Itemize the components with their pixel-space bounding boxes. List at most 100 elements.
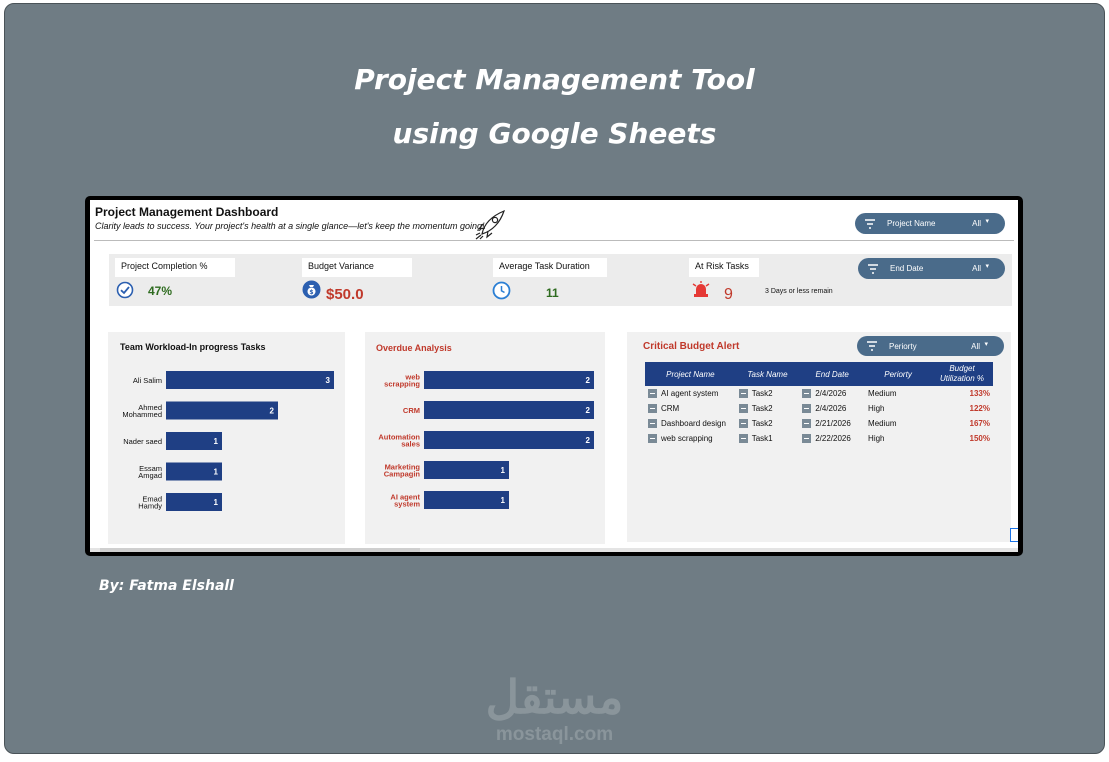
table-cell-end: 2/22/2026 — [799, 431, 865, 446]
horizontal-scrollbar[interactable] — [90, 548, 1018, 552]
table-cell-util: 122% — [931, 401, 993, 416]
completion-kpi-label: Project Completion % — [115, 258, 235, 277]
collapse-icon[interactable] — [738, 389, 748, 399]
category-label: Mohammed — [122, 410, 162, 419]
slide-title-line2: using Google Sheets — [392, 117, 717, 150]
cell-text: 122% — [969, 404, 990, 413]
table-cell-project: CRM — [645, 401, 736, 416]
collapse-icon[interactable] — [738, 404, 748, 414]
overdue-chart: 2webscrapping2CRM2Automationsales1Market… — [378, 371, 594, 509]
category-label: Ali Salim — [133, 376, 162, 385]
scrollbar-thumb[interactable] — [100, 548, 420, 552]
budget-kpi-label: Budget Variance — [302, 258, 412, 277]
column-header[interactable]: Budget Utilization % — [931, 362, 993, 386]
table-cell-project: Dashboard design — [645, 416, 736, 431]
table-cell-end: 2/4/2026 — [799, 401, 865, 416]
collapse-icon[interactable] — [648, 389, 657, 399]
table-cell-task: Task2 — [736, 416, 800, 431]
cell-text: 2/4/2026 — [815, 403, 847, 413]
author-credit: By: Fatma Elshall — [99, 578, 234, 594]
bar — [424, 491, 509, 509]
watermark-url: mostaql.com — [495, 724, 614, 745]
header-divider — [94, 240, 1014, 241]
risk-kpi-value: 9 — [724, 286, 733, 303]
category-label: Nader saed — [123, 437, 162, 446]
check-circle-icon — [116, 281, 134, 299]
table-row[interactable]: Dashboard design Task2 2/21/2026 Medium 167% — [645, 416, 993, 431]
project-name-filter-label: Project Name — [887, 219, 936, 228]
column-header[interactable]: Project Name — [645, 362, 736, 386]
team-workload-chart: 3Ali Salim2AhmedMohammed1Nader saed1Essa… — [122, 371, 334, 511]
table-cell-util: 133% — [931, 386, 993, 401]
project-name-filter[interactable]: Project Name All ▾ — [855, 213, 1005, 234]
table-row[interactable]: web scrapping Task1 2/22/2026 High 150% — [645, 431, 993, 446]
end-date-filter-label: End Date — [890, 264, 924, 273]
bar-value-label: 1 — [214, 498, 219, 507]
slide-title-line1: Project Management Tool — [354, 63, 755, 96]
dashboard: Project Management Dashboard Clarity lea… — [90, 200, 1018, 552]
cell-text: Task1 — [751, 433, 773, 443]
collapse-icon[interactable] — [802, 419, 812, 429]
critical-budget-title: Critical Budget Alert — [643, 341, 740, 352]
category-label: Amgad — [138, 471, 162, 480]
budget-kpi-value: $50.0 — [326, 286, 364, 303]
alarm-icon — [692, 281, 710, 297]
cell-text: 2/22/2026 — [815, 433, 851, 443]
column-header[interactable]: Task Name — [735, 362, 800, 386]
cell-text: AI agent system — [661, 388, 719, 398]
category-label: Hamdy — [138, 502, 162, 511]
project-name-filter-value: All — [972, 219, 981, 228]
team-workload-title: Team Workload-In progress Tasks — [120, 342, 266, 352]
table-row[interactable]: AI agent system Task2 2/4/2026 Medium 133% — [645, 386, 993, 401]
bar-value-label: 2 — [586, 406, 591, 415]
chevron-down-icon: ▾ — [984, 341, 988, 348]
filter-icon — [865, 219, 875, 229]
collapse-icon[interactable] — [802, 434, 812, 444]
table-cell-task: Task2 — [736, 401, 800, 416]
collapse-icon[interactable] — [738, 434, 748, 444]
table-cell-util: 167% — [931, 416, 993, 431]
chevron-down-icon: ▾ — [985, 263, 989, 270]
cell-text: 167% — [969, 419, 990, 428]
cell-text: CRM — [661, 403, 680, 413]
cell-text: Task2 — [751, 403, 773, 413]
collapse-icon[interactable] — [648, 434, 657, 444]
cell-text: High — [868, 404, 885, 413]
collapse-icon[interactable] — [648, 419, 657, 429]
filter-icon — [868, 264, 878, 274]
bar — [424, 371, 594, 389]
cell-text: 2/21/2026 — [815, 418, 851, 428]
cell-text: Task2 — [751, 388, 773, 398]
category-label: sales — [401, 440, 420, 449]
end-date-filter-value: All — [972, 264, 981, 273]
column-header[interactable]: End Date — [799, 362, 866, 386]
category-label: system — [394, 500, 420, 509]
table-header-row: Project Name Task Name End Date Periorty… — [645, 362, 993, 386]
cell-text: Medium — [868, 419, 897, 428]
critical-budget-table: Project Name Task Name End Date Periorty… — [645, 362, 993, 446]
column-header[interactable]: Periorty — [865, 362, 932, 386]
cell-selection-handle[interactable] — [1010, 528, 1018, 542]
table-cell-priority: Medium — [865, 386, 931, 401]
collapse-icon[interactable] — [802, 389, 812, 399]
cell-text: Task2 — [751, 418, 773, 428]
table-cell-util: 150% — [931, 431, 993, 446]
chevron-down-icon: ▾ — [985, 218, 989, 225]
collapse-icon[interactable] — [802, 404, 812, 414]
bar — [166, 371, 334, 389]
end-date-filter[interactable]: End Date All ▾ — [858, 258, 1005, 279]
risk-kpi-note: 3 Days or less remain — [765, 288, 833, 295]
category-label: scrapping — [384, 380, 420, 389]
periorty-filter[interactable]: Periorty All ▾ — [857, 336, 1004, 356]
collapse-icon[interactable] — [738, 419, 748, 429]
money-bag-icon: $ — [302, 280, 321, 299]
table-cell-priority: High — [865, 401, 931, 416]
bar-value-label: 2 — [270, 407, 275, 416]
collapse-icon[interactable] — [648, 404, 657, 414]
category-label: CRM — [403, 406, 420, 415]
filter-icon — [867, 341, 877, 351]
table-row[interactable]: CRM Task2 2/4/2026 High 122% — [645, 401, 993, 416]
bar-value-label: 2 — [586, 376, 591, 385]
bar — [424, 431, 594, 449]
table-cell-project: AI agent system — [645, 386, 736, 401]
